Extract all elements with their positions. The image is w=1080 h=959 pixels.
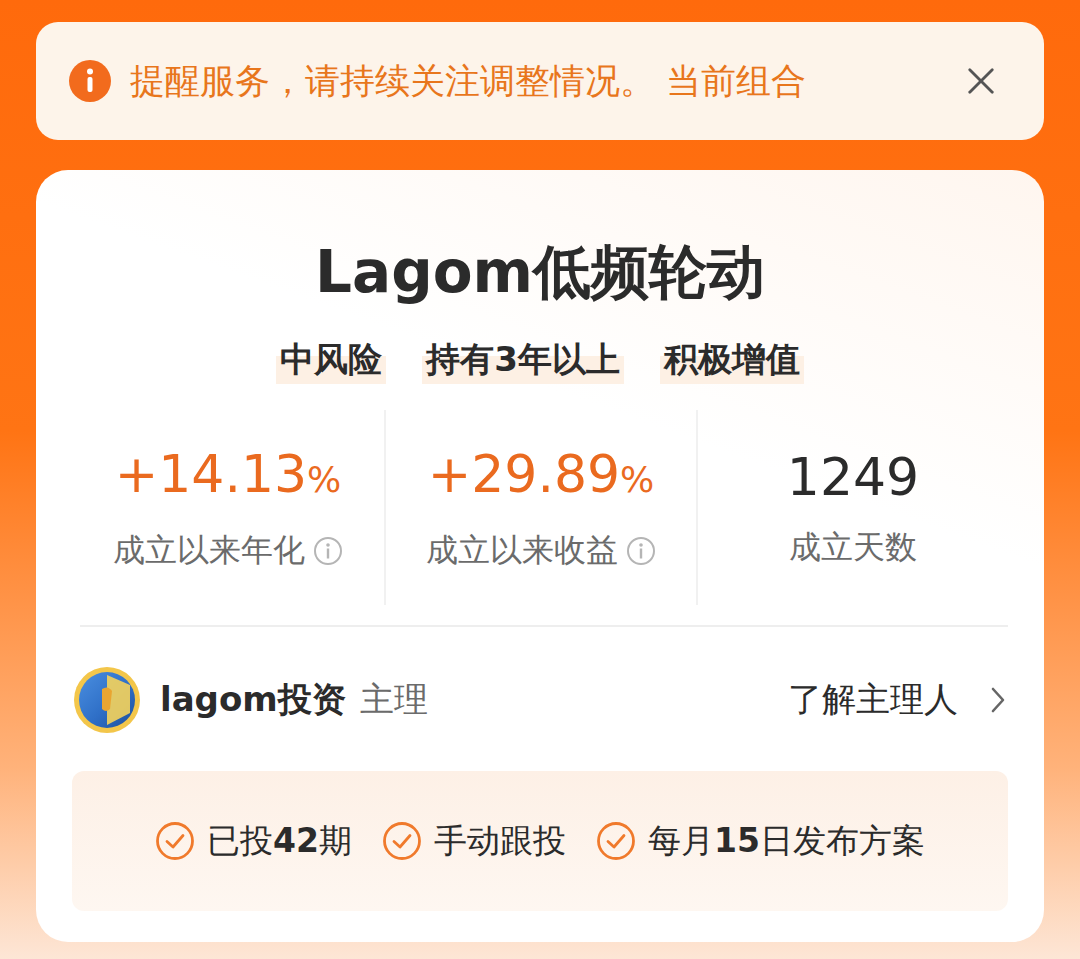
info-icon[interactable]	[313, 536, 343, 566]
stats-row: +14.13% 成立以来年化 +29.89% 成立以来收益 1249 成立天数	[72, 410, 1008, 605]
feature-list: 已投42期 手动跟投 每月15日发布方案	[72, 771, 1008, 911]
notice-text: 提醒服务，请持续关注调整情况。 当前组合	[130, 58, 948, 105]
portfolio-title: Lagom低频轮动	[72, 232, 1008, 312]
stat: 1249 成立天数	[696, 410, 1008, 605]
stat: +14.13% 成立以来年化	[72, 410, 384, 605]
stat-label: 成立以来收益	[426, 529, 656, 573]
stat-label: 成立以来年化	[113, 529, 343, 573]
info-icon[interactable]	[626, 536, 656, 566]
tag: 积极增值	[660, 334, 804, 384]
info-icon	[68, 59, 112, 103]
portfolio-card: Lagom低频轮动 中风险持有3年以上积极增值 +14.13% 成立以来年化 +…	[36, 170, 1044, 942]
stat-label: 成立天数	[789, 526, 917, 570]
tag: 中风险	[276, 334, 386, 384]
feature-item: 手动跟投	[382, 819, 566, 864]
stat-value: +29.89%	[428, 443, 655, 511]
stat-value: +14.13%	[115, 443, 342, 511]
feature-item: 已投42期	[155, 819, 352, 864]
chevron-right-icon[interactable]	[988, 684, 1008, 716]
avatar-icon	[72, 665, 142, 735]
check-circle-icon	[382, 821, 422, 861]
divider	[80, 625, 1008, 627]
stat: +29.89% 成立以来收益	[384, 410, 696, 605]
check-circle-icon	[155, 821, 195, 861]
feature-item: 每月15日发布方案	[596, 819, 925, 864]
manager-name: lagom投资	[160, 677, 346, 723]
manager-role: 主理	[360, 677, 428, 723]
stat-value: 1249	[787, 446, 919, 508]
manager-link[interactable]: 了解主理人	[788, 677, 958, 723]
notice-banner: 提醒服务，请持续关注调整情况。 当前组合	[36, 22, 1044, 140]
tag: 持有3年以上	[422, 334, 624, 384]
tag-list: 中风险持有3年以上积极增值	[72, 334, 1008, 384]
manager-row[interactable]: lagom投资 主理 了解主理人	[72, 663, 1008, 737]
page: 提醒服务，请持续关注调整情况。 当前组合 Lagom低频轮动 中风险持有3年以上…	[0, 0, 1080, 959]
close-icon[interactable]	[966, 66, 996, 96]
check-circle-icon	[596, 821, 636, 861]
